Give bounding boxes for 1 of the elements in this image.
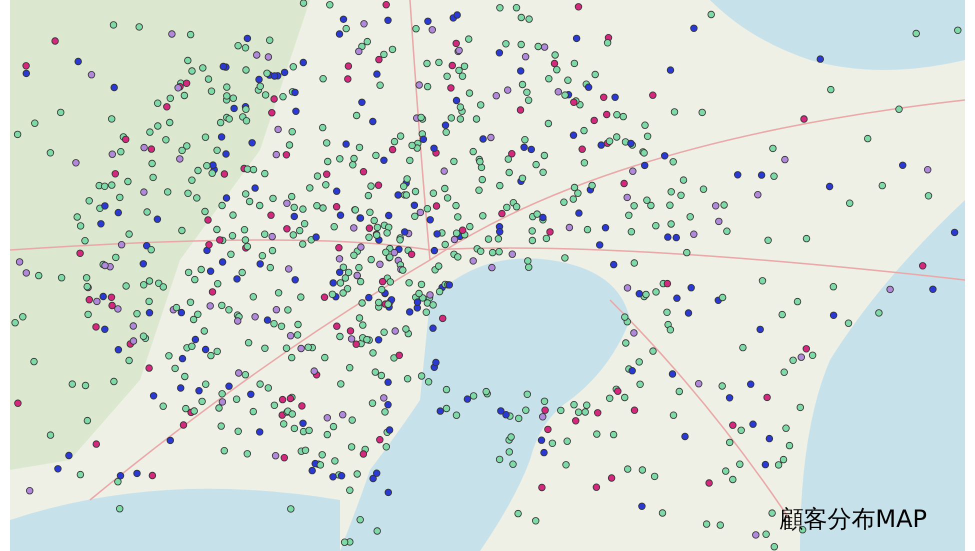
map-title: 顧客分布MAP — [779, 504, 927, 535]
